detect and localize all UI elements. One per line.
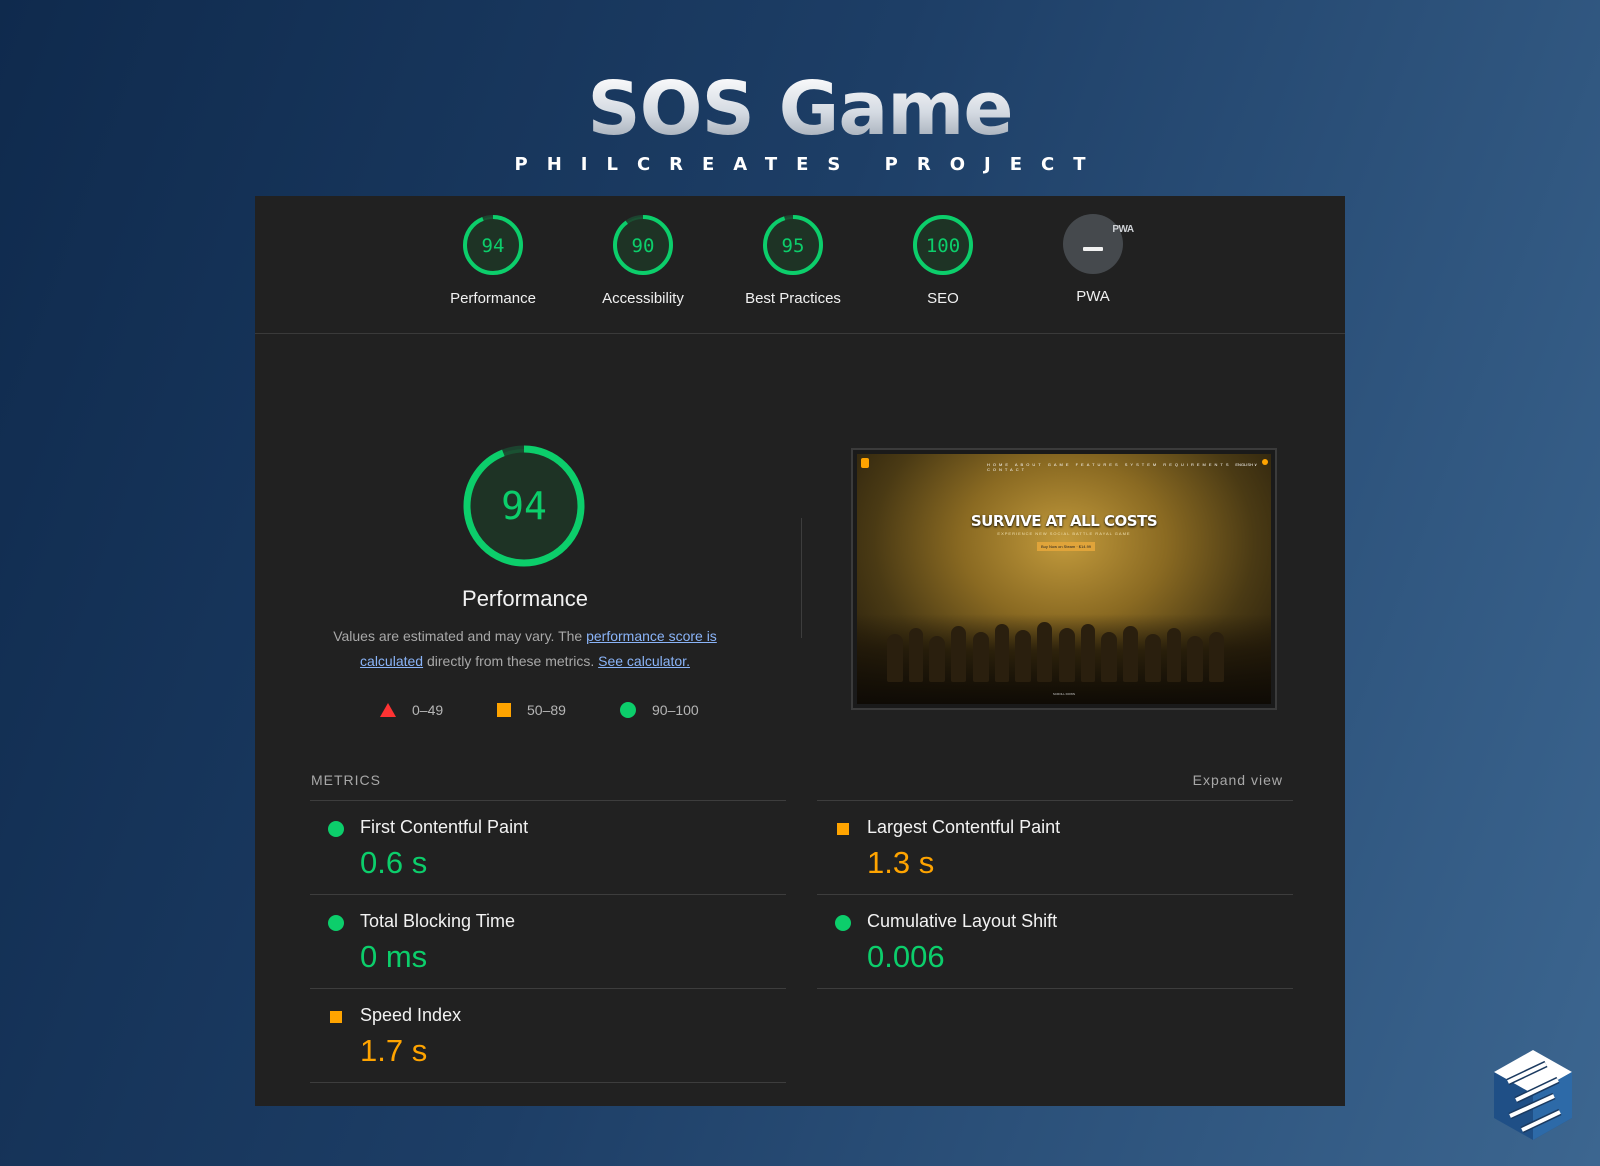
desc-middle: directly from these metrics. <box>423 653 599 669</box>
page-subtitle: PHILCREATES PROJECT <box>514 154 1105 175</box>
gauge-label: Best Practices <box>745 290 841 307</box>
gauge-label: PWA <box>1076 288 1110 305</box>
gauge-label: Performance <box>450 290 536 307</box>
legend-item-poor: 0–49 <box>380 700 443 720</box>
gauge-ring: 94 <box>463 215 523 275</box>
site-coin-icon <box>1262 459 1268 465</box>
metric-title: Speed Index <box>360 1005 462 1025</box>
gauge-ring: 90 <box>613 215 673 275</box>
brand-cube-logo-icon <box>1494 1050 1572 1140</box>
metrics-heading: METRICS <box>311 772 381 788</box>
green-circle-icon <box>328 821 344 837</box>
metric-title: Largest Contentful Paint <box>867 817 1061 837</box>
site-lang: ENGLISH ∨ <box>1235 462 1257 467</box>
site-buy-button: Buy Now on Steam · $14.99 <box>1037 542 1095 551</box>
metric-divider <box>817 988 1293 989</box>
gauge-score: 95 <box>782 235 805 257</box>
gauge-label: Accessibility <box>602 290 684 307</box>
green-circle-icon <box>620 702 636 718</box>
metric-title: First Contentful Paint <box>360 817 529 837</box>
page-title: SOS Game <box>0 72 1600 146</box>
page-screenshot-thumbnail: HOME ABOUT GAME FEATURES SYSTEM REQUIREM… <box>851 448 1277 710</box>
orange-square-icon <box>330 1011 342 1023</box>
green-circle-icon <box>835 915 851 931</box>
legend-range: 0–49 <box>412 702 444 718</box>
metric-value: 1.7 s <box>360 1033 428 1068</box>
metric-title: Total Blocking Time <box>360 911 516 931</box>
site-nav: HOME ABOUT GAME FEATURES SYSTEM REQUIREM… <box>987 462 1232 472</box>
lighthouse-report-panel: 94 Performance 90 Accessibility 95 Best … <box>255 196 1345 1106</box>
site-headline: SURVIVE AT ALL COSTS <box>970 512 1158 530</box>
page-header: SOS Game PHILCREATES PROJECT <box>0 72 1600 175</box>
pwa-badge-icon: PWA <box>1063 214 1134 274</box>
gauge-accessibility[interactable]: 90 Accessibility <box>588 214 698 307</box>
vertical-divider <box>801 518 802 638</box>
site-subline: EXPERIENCE NEW SOCIAL BATTLE RAYAL GAME <box>997 531 1131 536</box>
see-calculator-link[interactable]: See calculator. <box>598 653 690 669</box>
gauge-ring: 95 <box>763 215 823 275</box>
metric-total-blocking-time: Total Blocking Time 0 ms <box>310 894 786 988</box>
legend-range: 50–89 <box>527 702 566 718</box>
metric-speed-index: Speed Index 1.7 s <box>310 988 786 1082</box>
gauge-score: 90 <box>632 235 655 257</box>
crowd-silhouettes <box>857 614 1271 704</box>
metric-divider <box>310 1082 786 1083</box>
gauge-label: SEO <box>927 290 959 307</box>
gauge-pwa[interactable]: PWA PWA <box>1038 214 1148 305</box>
legend-item-good: 90–100 <box>620 700 699 720</box>
metric-largest-contentful-paint: Largest Contentful Paint 1.3 s <box>817 800 1293 894</box>
legend-item-average: 50–89 <box>497 700 566 720</box>
metric-value: 1.3 s <box>867 845 935 880</box>
site-footer-text: SCROLL DOWN <box>1052 692 1076 696</box>
category-gauges-bar: 94 Performance 90 Accessibility 95 Best … <box>255 196 1345 334</box>
red-triangle-icon <box>380 703 396 717</box>
metric-first-contentful-paint: First Contentful Paint 0.6 s <box>310 800 786 894</box>
orange-square-icon <box>837 823 849 835</box>
score-legend: 0–49 50–89 90–100 <box>255 700 795 720</box>
gauge-seo[interactable]: 100 SEO <box>888 214 998 307</box>
orange-square-icon <box>497 703 511 717</box>
performance-score: 94 <box>501 484 547 528</box>
metric-value: 0.6 s <box>360 845 428 880</box>
performance-description: Values are estimated and may vary. The p… <box>325 624 725 674</box>
performance-title: Performance <box>462 586 588 611</box>
legend-range: 90–100 <box>652 702 699 718</box>
pwa-dash-icon <box>1083 247 1103 251</box>
gauge-best-practices[interactable]: 95 Best Practices <box>738 214 848 307</box>
screenshot-image: HOME ABOUT GAME FEATURES SYSTEM REQUIREM… <box>857 454 1271 704</box>
green-circle-icon <box>328 915 344 931</box>
expand-view-toggle[interactable]: Expand view <box>1193 772 1283 788</box>
metric-title: Cumulative Layout Shift <box>867 911 1058 931</box>
site-logo-icon <box>861 458 869 468</box>
gauge-score: 100 <box>926 235 960 257</box>
metric-value: 0 ms <box>360 939 428 974</box>
performance-ring: 94 <box>463 445 585 567</box>
metric-value: 0.006 <box>867 939 945 974</box>
metric-cumulative-layout-shift: Cumulative Layout Shift 0.006 <box>817 894 1293 988</box>
gauge-ring: 100 <box>913 215 973 275</box>
desc-prefix: Values are estimated and may vary. The <box>333 628 587 644</box>
gauge-performance[interactable]: 94 Performance <box>438 214 548 307</box>
performance-gauge-large: 94 <box>441 442 607 575</box>
pwa-badge-text: PWA <box>1112 224 1134 235</box>
gauge-score: 94 <box>482 235 505 257</box>
